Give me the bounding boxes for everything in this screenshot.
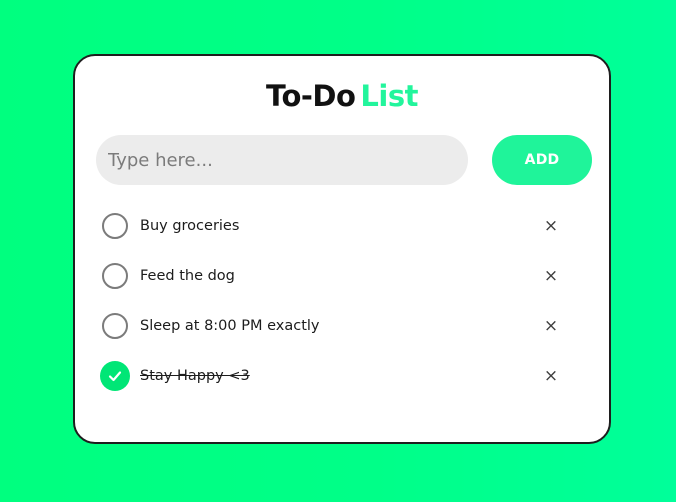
close-icon[interactable]: × xyxy=(543,266,559,286)
title-part-2: List xyxy=(360,79,418,113)
task-label[interactable]: Buy groceries xyxy=(140,216,239,236)
task-label[interactable]: Sleep at 8:00 PM exactly xyxy=(140,316,320,336)
list-item: Buy groceries × xyxy=(75,201,609,251)
add-button[interactable]: ADD xyxy=(492,135,592,185)
title-part-1: To-Do xyxy=(266,79,356,113)
circle-outline-icon[interactable] xyxy=(102,313,128,339)
close-icon[interactable]: × xyxy=(543,366,559,386)
list-item: Stay Happy <3 × xyxy=(75,351,609,401)
close-icon[interactable]: × xyxy=(543,316,559,336)
todo-card: To-DoList ADD Buy groceries × Feed the d… xyxy=(73,54,611,444)
list-item: Feed the dog × xyxy=(75,251,609,301)
task-input[interactable] xyxy=(96,135,468,185)
list-item: Sleep at 8:00 PM exactly × xyxy=(75,301,609,351)
circle-outline-icon[interactable] xyxy=(102,213,128,239)
task-label[interactable]: Feed the dog xyxy=(140,266,235,286)
task-list: Buy groceries × Feed the dog × Sleep at … xyxy=(75,201,609,401)
circle-outline-icon[interactable] xyxy=(102,263,128,289)
close-icon[interactable]: × xyxy=(543,216,559,236)
check-circle-icon[interactable] xyxy=(100,361,130,391)
task-label[interactable]: Stay Happy <3 xyxy=(140,366,250,386)
page-title: To-Do List xyxy=(75,78,609,114)
checkmark-icon xyxy=(108,371,122,382)
